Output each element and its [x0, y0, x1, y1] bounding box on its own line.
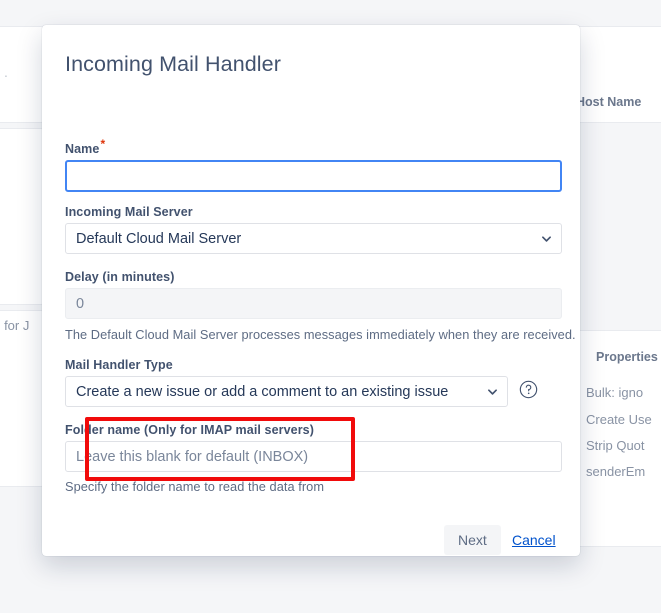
cancel-button[interactable]: Cancel: [506, 525, 562, 555]
incoming-mail-server-select[interactable]: Default Cloud Mail Server: [65, 223, 562, 254]
background-ellipsis: .: [4, 64, 8, 80]
name-input[interactable]: [65, 160, 562, 193]
server-info-text: The Default Cloud Mail Server processes …: [65, 327, 576, 342]
question-circle-icon[interactable]: [519, 380, 538, 399]
field-label-name: Name*: [65, 137, 562, 156]
field-mail-handler-type: Mail Handler Type Create a new issue or …: [65, 358, 562, 407]
background-property-row: Bulk: igno: [586, 385, 644, 400]
background-panel-left-middle: [0, 128, 44, 305]
incoming-mail-handler-dialog: Incoming Mail Handler Name* Incoming Mai…: [42, 25, 580, 556]
background-property-row: Create Use: [586, 412, 652, 427]
background-column-host-name: Host Name: [576, 95, 642, 109]
background-panel-left-bottom: [0, 310, 44, 487]
background-left-row-text: ed for J: [0, 318, 30, 333]
delay-input[interactable]: [65, 288, 562, 319]
field-label-delay: Delay (in minutes): [65, 270, 175, 284]
required-asterisk: *: [100, 137, 106, 151]
mail-handler-type-select-wrap: Create a new issue or add a comment to a…: [65, 376, 508, 407]
label-text-name: Name: [65, 142, 100, 157]
incoming-mail-server-select-wrap: Default Cloud Mail Server: [65, 223, 562, 254]
field-incoming-mail-server: Incoming Mail Server Default Cloud Mail …: [65, 205, 562, 254]
field-label-folder-name: Folder name (Only for IMAP mail servers): [65, 423, 314, 437]
next-button[interactable]: Next: [444, 525, 501, 555]
background-property-row: senderEm: [586, 464, 646, 479]
background-property-row: Strip Quot: [586, 438, 645, 453]
background-column-properties: Properties: [596, 350, 658, 364]
folder-info-text: Specify the folder name to read the data…: [65, 479, 325, 494]
field-folder-name: Folder name (Only for IMAP mail servers): [65, 423, 562, 472]
field-name: Name*: [65, 137, 562, 193]
field-delay: Delay (in minutes): [65, 270, 562, 319]
dialog-title: Incoming Mail Handler: [65, 52, 281, 76]
field-label-mail-handler-type: Mail Handler Type: [65, 358, 173, 372]
field-label-incoming-mail-server: Incoming Mail Server: [65, 205, 193, 219]
mail-handler-type-select[interactable]: Create a new issue or add a comment to a…: [65, 376, 508, 407]
folder-name-input[interactable]: [65, 441, 562, 472]
